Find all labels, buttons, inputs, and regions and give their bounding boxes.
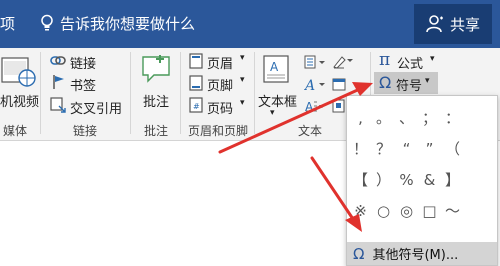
online-video-button[interactable]: 机视频 bbox=[0, 91, 39, 110]
symbol-button[interactable]: Ω 符号 ▾ bbox=[374, 72, 438, 94]
symbol-cell[interactable]: ： bbox=[441, 102, 464, 133]
ribbon-tab-partial[interactable]: 项 bbox=[0, 13, 15, 34]
symbol-cell[interactable] bbox=[464, 164, 487, 195]
page-number-button[interactable]: 页码 bbox=[207, 98, 233, 117]
pi-equation-icon: π bbox=[379, 50, 391, 70]
symbol-dropdown-arrow: ▾ bbox=[425, 76, 430, 86]
symbol-cell[interactable]: 。 bbox=[372, 102, 395, 133]
header-icon bbox=[189, 53, 203, 73]
text-group-label: 文本 bbox=[297, 124, 322, 138]
symbol-cell[interactable]: ？ bbox=[372, 133, 395, 164]
lightbulb-icon bbox=[41, 14, 53, 31]
more-symbols-item[interactable]: Ω 其他符号(M)... bbox=[347, 242, 497, 265]
symbol-cell[interactable]: ○ bbox=[372, 195, 395, 226]
share-label: 共享 bbox=[449, 15, 480, 34]
cross-reference-icon bbox=[50, 97, 66, 117]
equation-dropdown-arrow[interactable]: ▾ bbox=[430, 54, 435, 64]
symbol-cell[interactable]: （ bbox=[441, 133, 464, 164]
symbol-cell[interactable] bbox=[464, 195, 487, 226]
symbol-cell[interactable]: ◎ bbox=[395, 195, 418, 226]
group-separator bbox=[130, 52, 131, 134]
more-symbols-label: 其他符号(M)... bbox=[372, 248, 459, 263]
links-group-label: 链接 bbox=[72, 124, 97, 138]
footer-dropdown-arrow[interactable]: ▾ bbox=[240, 75, 245, 85]
person-icon bbox=[426, 15, 443, 33]
header-dropdown-arrow[interactable]: ▾ bbox=[240, 53, 245, 63]
new-comment-button[interactable]: 批注 bbox=[143, 91, 169, 110]
symbol-cell[interactable] bbox=[464, 133, 487, 164]
symbol-cell[interactable]: □ bbox=[418, 195, 441, 226]
svg-text:A: A bbox=[270, 60, 279, 74]
symbol-cell[interactable]: 【 bbox=[349, 164, 372, 195]
group-separator bbox=[180, 52, 181, 134]
svg-text:#: # bbox=[193, 102, 200, 111]
symbol-cell[interactable]: ～ bbox=[441, 195, 464, 226]
online-video-icon bbox=[0, 54, 36, 94]
link-button[interactable]: 链接 bbox=[70, 53, 96, 72]
symbol-cell[interactable]: % bbox=[395, 164, 418, 195]
symbol-cell[interactable]: ※ bbox=[349, 195, 372, 226]
symbol-dropdown: , 。 、 ； ： ！ ？ “ ” （ 【 ） % & 】 ※ ○ ◎ □ ～ … bbox=[346, 95, 498, 266]
footer-icon bbox=[189, 75, 203, 95]
group-separator bbox=[40, 52, 41, 134]
share-button[interactable]: 共享 bbox=[414, 4, 492, 44]
link-icon bbox=[50, 53, 66, 72]
textbox-button[interactable]: 文本框 bbox=[258, 91, 297, 110]
omega-icon: Ω bbox=[379, 73, 392, 92]
comment-icon bbox=[140, 53, 172, 89]
symbol-grid: , 。 、 ； ： ！ ？ “ ” （ 【 ） % & 】 ※ ○ ◎ □ ～ bbox=[349, 102, 487, 226]
cross-reference-button[interactable]: 交叉引用 bbox=[70, 98, 122, 117]
symbol-cell[interactable]: “ bbox=[395, 133, 418, 164]
footer-button[interactable]: 页脚 bbox=[207, 75, 233, 94]
symbol-cell[interactable]: & bbox=[418, 164, 441, 195]
symbol-cell[interactable]: ； bbox=[418, 102, 441, 133]
quick-parts-icon[interactable] bbox=[304, 54, 328, 73]
textbox-dropdown-arrow[interactable]: ▾ bbox=[270, 108, 275, 118]
bookmark-flag-icon bbox=[52, 74, 66, 94]
comments-group-label: 批注 bbox=[143, 124, 168, 138]
symbol-cell[interactable] bbox=[464, 102, 487, 133]
omega-icon: Ω bbox=[353, 244, 365, 263]
symbol-cell[interactable]: 、 bbox=[395, 102, 418, 133]
symbol-cell[interactable]: ” bbox=[418, 133, 441, 164]
tell-me-text: 告诉我你想要做什么 bbox=[60, 14, 196, 33]
bookmark-button[interactable]: 书签 bbox=[70, 75, 96, 94]
symbol-cell[interactable]: , bbox=[349, 102, 372, 133]
wordart-icon[interactable]: A bbox=[303, 76, 328, 96]
textbox-icon: A bbox=[262, 54, 290, 88]
drop-cap-icon[interactable]: A bbox=[304, 98, 328, 117]
date-time-icon[interactable] bbox=[332, 76, 346, 95]
symbol-cell[interactable]: ） bbox=[372, 164, 395, 195]
symbol-cell[interactable]: ！ bbox=[349, 133, 372, 164]
page-number-icon: # bbox=[189, 97, 203, 117]
svg-text:A: A bbox=[304, 78, 315, 92]
tell-me-box[interactable]: 告诉我你想要做什么 bbox=[40, 10, 195, 36]
page-number-dropdown-arrow[interactable]: ▾ bbox=[240, 98, 245, 108]
group-separator bbox=[254, 52, 255, 134]
media-group-label: 媒体 bbox=[2, 124, 27, 138]
symbol-button-label: 符号 bbox=[396, 79, 423, 94]
symbol-cell[interactable]: 】 bbox=[441, 164, 464, 195]
equation-button[interactable]: 公式 bbox=[397, 53, 423, 72]
title-bar: 项 告诉我你想要做什么 共享 bbox=[0, 0, 500, 48]
signature-line-icon[interactable] bbox=[332, 53, 356, 73]
header-button[interactable]: 页眉 bbox=[207, 53, 233, 72]
header-footer-group-label: 页眉和页脚 bbox=[187, 124, 248, 138]
